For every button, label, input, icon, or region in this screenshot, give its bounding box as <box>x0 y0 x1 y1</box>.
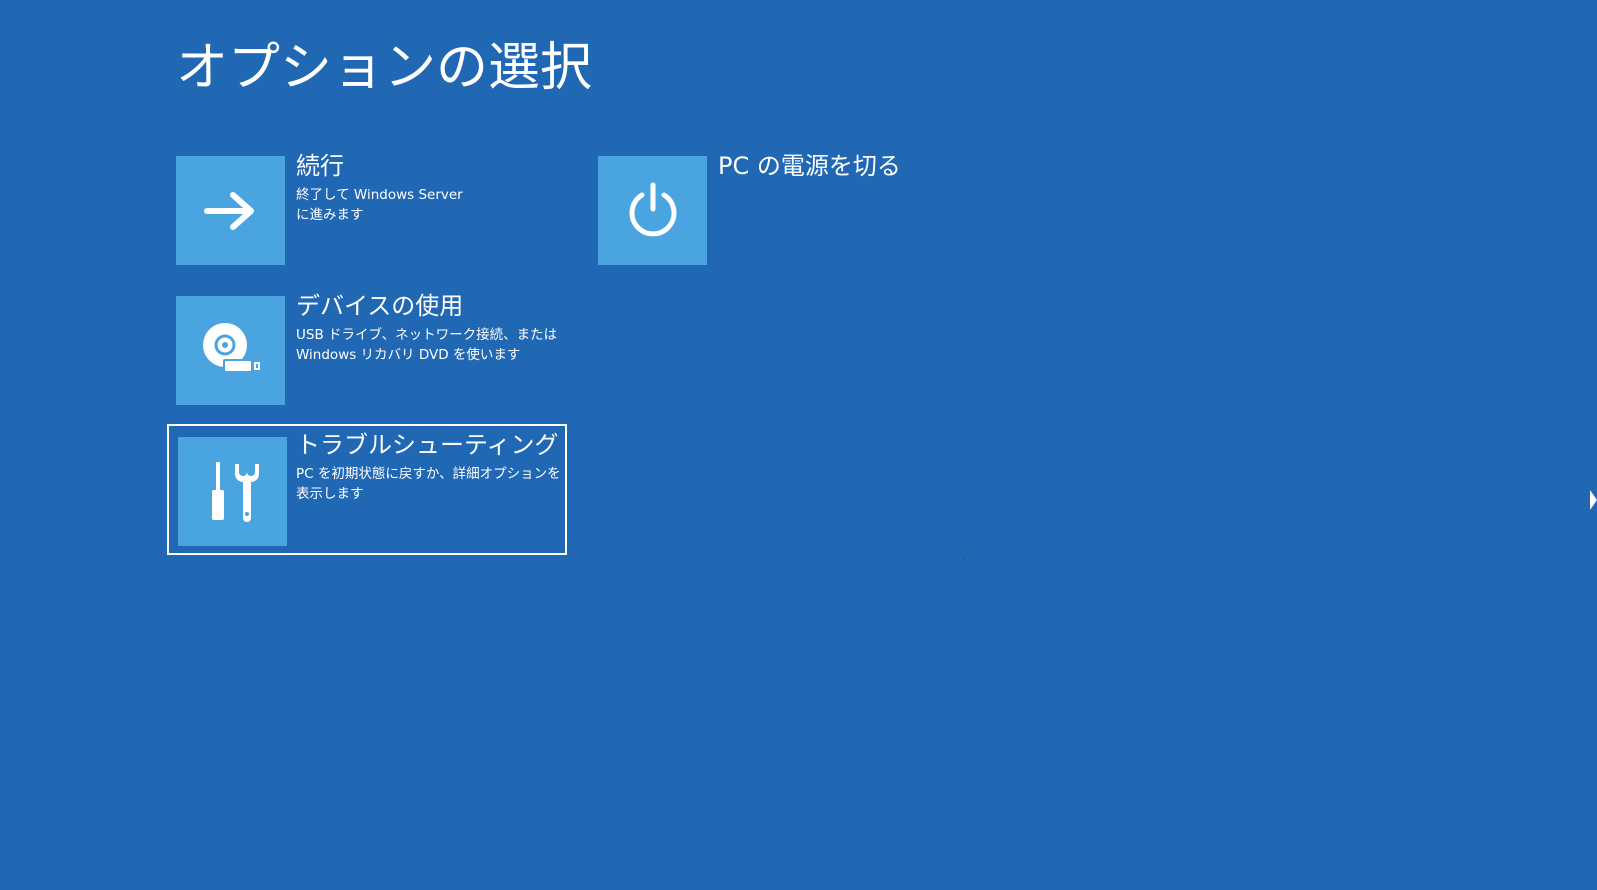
arrow-right-icon <box>203 191 254 230</box>
power-off-label: PC の電源を切る <box>718 152 901 180</box>
continue-label: 続行 <box>296 152 344 180</box>
continue-tile[interactable] <box>176 156 285 265</box>
power-off-option[interactable]: PC の電源を切る <box>598 152 918 266</box>
use-device-text: デバイスの使用 USB ドライブ、ネットワーク接続、または Windows リカ… <box>296 291 557 365</box>
mouse-cursor-icon <box>1590 490 1597 510</box>
continue-option[interactable]: 続行 終了して Windows Server に進みます <box>176 152 556 266</box>
continue-description: 終了して Windows Server に進みます <box>296 185 463 225</box>
troubleshoot-description-line2: 表示します <box>296 486 364 502</box>
use-device-description-line1: USB ドライブ、ネットワーク接続、または <box>296 327 558 343</box>
page-title: オプションの選択 <box>176 38 593 98</box>
use-device-description: USB ドライブ、ネットワーク接続、または Windows リカバリ DVD を… <box>296 325 557 365</box>
power-icon <box>629 182 676 236</box>
troubleshoot-description-line1: PC を初期状態に戻すか、詳細オプションを <box>296 466 561 482</box>
use-device-tile[interactable] <box>176 296 285 405</box>
troubleshoot-option[interactable]: トラブルシューティング PC を初期状態に戻すか、詳細オプションを 表示します <box>167 424 567 555</box>
power-off-text: PC の電源を切る <box>718 151 901 181</box>
use-device-description-line2: Windows リカバリ DVD を使います <box>296 347 521 363</box>
continue-description-line2: に進みます <box>296 207 364 223</box>
continue-description-line1: 終了して Windows Server <box>296 187 463 203</box>
troubleshoot-description: PC を初期状態に戻すか、詳細オプションを 表示します <box>296 464 561 504</box>
stray-pixel <box>964 558 965 559</box>
troubleshoot-text: トラブルシューティング PC を初期状態に戻すか、詳細オプションを 表示します <box>296 430 561 504</box>
tools-icon <box>211 461 259 522</box>
disc-drive-icon <box>202 322 260 373</box>
use-device-label: デバイスの使用 <box>296 292 464 320</box>
use-device-option[interactable]: デバイスの使用 USB ドライブ、ネットワーク接続、または Windows リカ… <box>176 292 557 406</box>
power-off-tile[interactable] <box>598 156 707 265</box>
troubleshoot-tile[interactable] <box>178 437 287 546</box>
troubleshoot-label: トラブルシューティング <box>296 431 559 459</box>
continue-text: 続行 終了して Windows Server に進みます <box>296 151 463 225</box>
